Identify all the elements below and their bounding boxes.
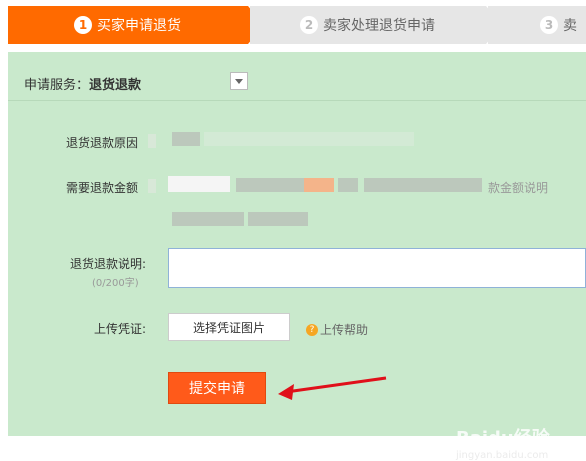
submit-button[interactable]: 提交申请 — [168, 372, 266, 404]
step-3: 3 卖 — [488, 6, 586, 44]
desc-label: 退货退款说明: — [70, 257, 147, 271]
step-1-number: 1 — [74, 16, 92, 34]
blurred-value — [338, 178, 358, 192]
step-1: 1 买家申请退货 — [8, 6, 248, 44]
step-2-number: 2 — [300, 16, 318, 34]
upload-voucher-button[interactable]: 选择凭证图片 — [168, 313, 290, 341]
amount-label: 需要退款金额 — [66, 181, 139, 195]
question-icon: ? — [306, 323, 318, 336]
blurred-value — [204, 132, 414, 146]
service-row: 申请服务：退货退款 — [24, 74, 141, 93]
step-3-number: 3 — [540, 16, 558, 34]
blurred-value — [304, 178, 334, 192]
step-1-label: 买家申请退货 — [97, 18, 181, 34]
divider — [8, 100, 586, 101]
blurred-value — [248, 212, 308, 226]
red-pointer-arrow-icon — [278, 376, 387, 400]
blurred-value — [364, 178, 482, 192]
amount-input[interactable] — [168, 176, 230, 192]
step-3-label: 卖 — [563, 18, 577, 34]
watermark-url: jingyan.baidu.com — [456, 450, 549, 461]
service-value: 退货退款 — [89, 78, 142, 93]
baidu-watermark: Baidu经验 jingyan.baidu.com — [456, 424, 550, 461]
upload-help-link[interactable]: ? 上传帮助 — [306, 321, 368, 338]
upload-help-label: 上传帮助 — [320, 323, 369, 337]
step-2-label: 卖家处理退货申请 — [323, 18, 435, 34]
watermark-brand: Baidu经验 — [456, 428, 550, 449]
amount-note: 款金额说明 — [488, 181, 549, 195]
blurred-value — [236, 178, 306, 192]
blurred-value — [148, 134, 156, 148]
voucher-label: 上传凭证: — [94, 322, 147, 336]
refund-form-panel: 申请服务：退货退款 退货退款原因 需要退款金额 款金额说明 退货退款说明: (0… — [8, 52, 586, 461]
blurred-value — [172, 132, 200, 146]
service-dropdown-toggle[interactable] — [230, 72, 248, 90]
progress-steps: 1 买家申请退货 2 卖家处理退货申请 3 卖 — [0, 0, 586, 46]
blurred-value — [148, 179, 156, 193]
reason-label: 退货退款原因 — [66, 136, 139, 150]
step-2: 2 卖家处理退货申请 — [250, 6, 486, 44]
blurred-value — [172, 212, 244, 226]
desc-char-count: (0/200字) — [92, 278, 139, 289]
desc-textarea[interactable] — [168, 248, 586, 288]
service-label: 申请服务： — [24, 78, 90, 93]
